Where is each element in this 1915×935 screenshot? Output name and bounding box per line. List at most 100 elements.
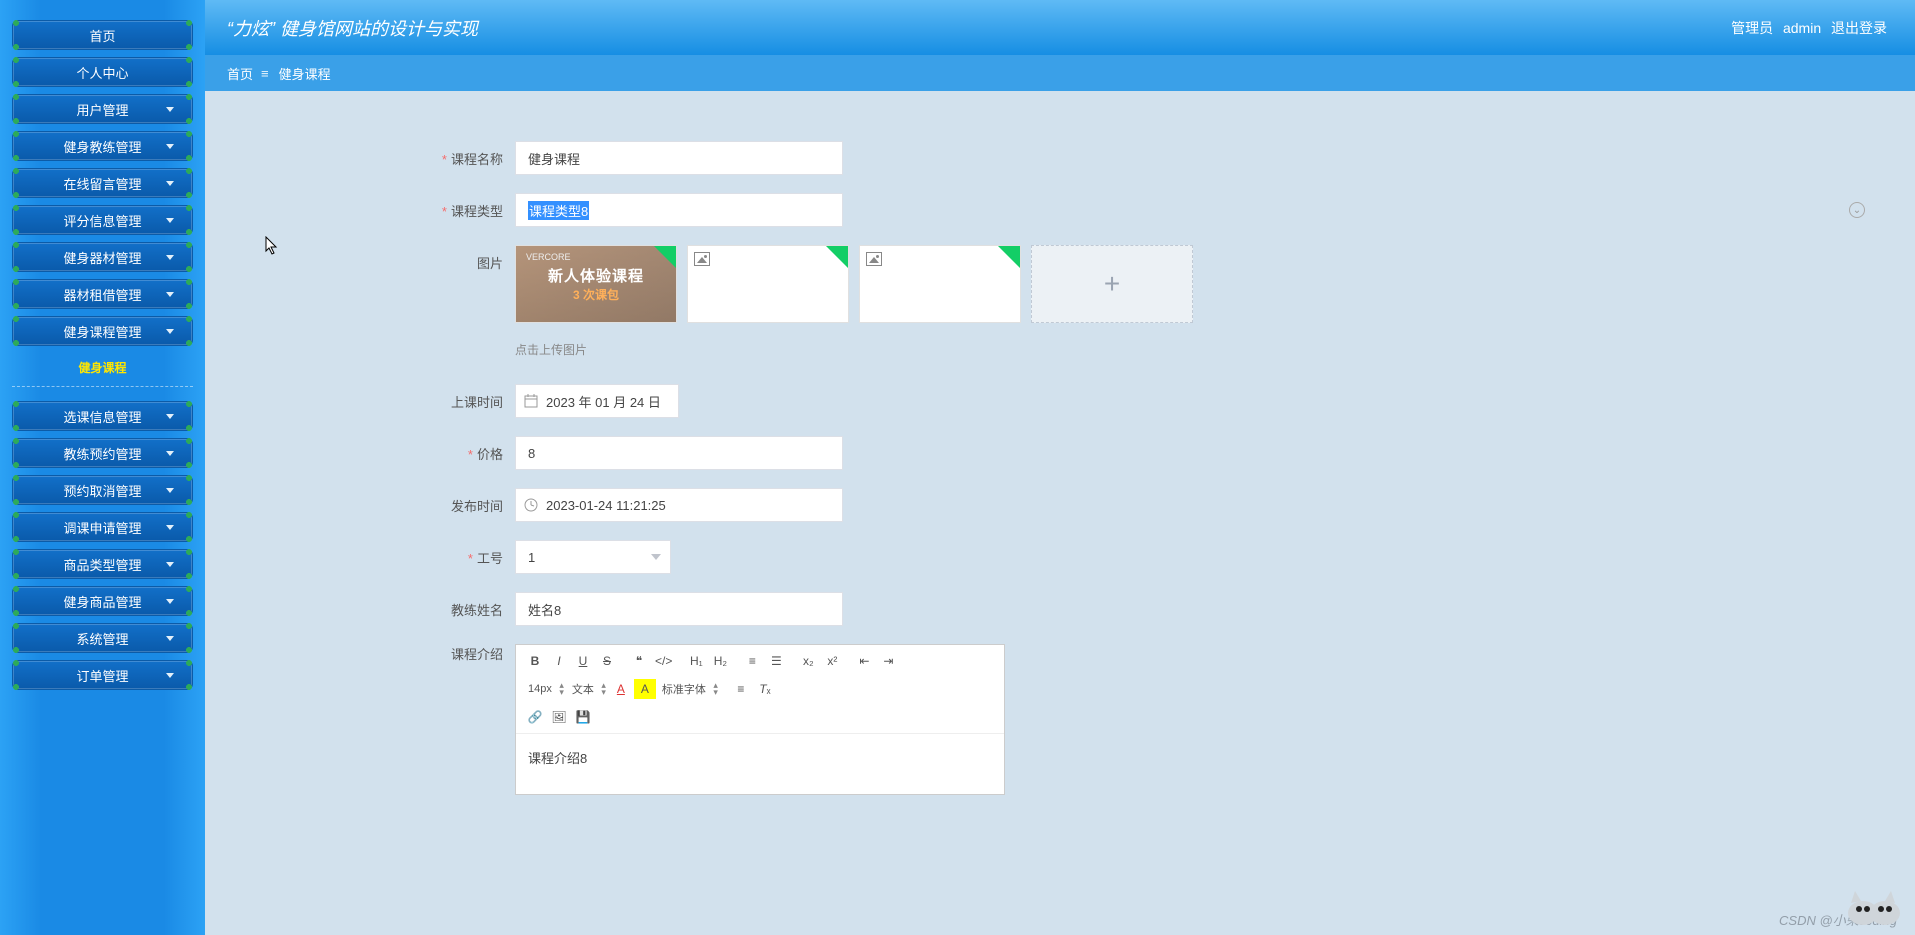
label-course-type: *课程类型 — [215, 193, 515, 220]
label-publish-time: 发布时间 — [215, 488, 515, 515]
broken-image-icon — [866, 252, 882, 266]
course-type-input[interactable]: 课程类型8 — [515, 193, 843, 227]
code-button[interactable]: </> — [652, 651, 675, 671]
sidebar-item-menu-group-2-0[interactable]: 选课信息管理 — [12, 401, 193, 431]
sidebar-item-label: 个人中心 — [76, 63, 128, 82]
label-course-intro: 课程介绍 — [215, 644, 515, 663]
sidebar-item-menu-group-1-0[interactable]: 首页 — [12, 20, 193, 50]
sidebar-item-label: 健身课程管理 — [63, 322, 141, 341]
sidebar-item-label: 调课申请管理 — [63, 518, 141, 537]
class-time-input[interactable]: 2023 年 01 月 24 日 — [515, 384, 679, 418]
sidebar-item-menu-group-2-2[interactable]: 预约取消管理 — [12, 475, 193, 505]
bg-color-button[interactable]: A — [634, 679, 656, 699]
sidebar-item-label: 订单管理 — [76, 666, 128, 685]
image-thumb-2[interactable] — [687, 245, 849, 323]
chevron-down-icon — [166, 414, 174, 419]
chevron-down-icon — [166, 599, 174, 604]
header-user-area: 管理员 admin 退出登录 — [1731, 18, 1893, 38]
italic-button[interactable]: I — [548, 651, 570, 671]
logout-link[interactable]: 退出登录 — [1831, 20, 1887, 36]
sidebar-item-label: 在线留言管理 — [63, 174, 141, 193]
chevron-down-icon — [166, 255, 174, 260]
breadcrumb-current: 健身课程 — [279, 64, 331, 83]
sidebar-item-menu-group-2-7[interactable]: 订单管理 — [12, 660, 193, 690]
chevron-down-icon — [166, 636, 174, 641]
sidebar-item-menu-group-1-2[interactable]: 用户管理 — [12, 94, 193, 124]
coach-name-input[interactable] — [515, 592, 843, 626]
indent-button[interactable]: ⇥ — [877, 651, 899, 671]
app-title: “力炫” 健身馆网站的设计与实现 — [227, 15, 1731, 41]
align-button[interactable]: ≡ — [730, 679, 752, 699]
sidebar-item-label: 商品类型管理 — [63, 555, 141, 574]
editor-content[interactable]: 课程介绍8 — [516, 734, 1004, 794]
editor-toolbar: B I U S ❝ </> H₁ H₂ ≡ ☰ — [516, 645, 1004, 734]
breadcrumb-sep: ≡ — [261, 66, 271, 81]
chevron-down-icon — [166, 218, 174, 223]
h1-button[interactable]: H₁ — [685, 651, 707, 671]
label-image: 图片 — [215, 245, 515, 272]
calendar-icon — [524, 394, 538, 408]
bold-button[interactable]: B — [524, 651, 546, 671]
user-role: 管理员 — [1731, 20, 1773, 36]
sidebar-item-label: 教练预约管理 — [63, 444, 141, 463]
chevron-down-icon — [166, 488, 174, 493]
job-no-select[interactable]: 1 — [515, 540, 671, 574]
label-course-name: *课程名称 — [215, 141, 515, 168]
publish-time-input[interactable]: 2023-01-24 11:21:25 — [515, 488, 843, 522]
image-button[interactable]: 🖼 — [548, 707, 570, 727]
form-panel: *课程名称 *课程类型 课程类型8 ⌄ 图片 — [205, 101, 1915, 833]
sidebar-item-menu-group-1-1[interactable]: 个人中心 — [12, 57, 193, 87]
sidebar-item-menu-group-2-3[interactable]: 调课申请管理 — [12, 512, 193, 542]
quote-button[interactable]: ❝ — [628, 651, 650, 671]
sidebar-item-label: 预约取消管理 — [63, 481, 141, 500]
sidebar-item-menu-group-1-6[interactable]: 健身器材管理 — [12, 242, 193, 272]
sidebar-item-label: 首页 — [89, 26, 115, 45]
chevron-down-icon — [166, 525, 174, 530]
outdent-button[interactable]: ⇤ — [853, 651, 875, 671]
font-size-select[interactable]: 14px▴▾ — [524, 679, 566, 699]
sidebar-item-menu-group-2-1[interactable]: 教练预约管理 — [12, 438, 193, 468]
sidebar-item-menu-group-1-5[interactable]: 评分信息管理 — [12, 205, 193, 235]
chevron-down-icon — [166, 107, 174, 112]
info-icon[interactable]: ⌄ — [1849, 202, 1865, 218]
sidebar-item-menu-group-2-4[interactable]: 商品类型管理 — [12, 549, 193, 579]
chevron-down-icon — [166, 329, 174, 334]
sup-button[interactable]: x² — [821, 651, 843, 671]
sidebar-item-menu-group-2-5[interactable]: 健身商品管理 — [12, 586, 193, 616]
chevron-down-icon — [651, 554, 661, 560]
text-color-button[interactable]: A — [610, 679, 632, 699]
clear-format-button[interactable]: Tₓ — [754, 679, 776, 699]
chevron-down-icon — [166, 144, 174, 149]
strike-button[interactable]: S — [596, 651, 618, 671]
sidebar-item-menu-group-1-8[interactable]: 健身课程管理 — [12, 316, 193, 346]
price-input[interactable] — [515, 436, 843, 470]
sidebar-item-menu-group-1-7[interactable]: 器材租借管理 — [12, 279, 193, 309]
sidebar-item-label: 器材租借管理 — [63, 285, 141, 304]
sidebar-item-label: 健身商品管理 — [63, 592, 141, 611]
sidebar-item-menu-group-1-4[interactable]: 在线留言管理 — [12, 168, 193, 198]
h2-button[interactable]: H₂ — [709, 651, 731, 671]
sidebar-item-menu-group-1-3[interactable]: 健身教练管理 — [12, 131, 193, 161]
paragraph-select[interactable]: 文本▴▾ — [568, 679, 608, 699]
link-button[interactable]: 🔗 — [524, 707, 546, 727]
ol-button[interactable]: ≡ — [741, 651, 763, 671]
image-thumb-3[interactable] — [859, 245, 1021, 323]
image-thumb-1[interactable]: VERCORE 新人体验课程 3 次课包 — [515, 245, 677, 323]
save-button[interactable]: 💾 — [572, 707, 594, 727]
breadcrumb: 首页 ≡ 健身课程 — [205, 55, 1915, 91]
sidebar-item-label: 健身教练管理 — [63, 137, 141, 156]
underline-button[interactable]: U — [572, 651, 594, 671]
rich-text-editor[interactable]: B I U S ❝ </> H₁ H₂ ≡ ☰ — [515, 644, 1005, 795]
sidebar: 首页个人中心用户管理健身教练管理在线留言管理评分信息管理健身器材管理器材租借管理… — [0, 0, 205, 935]
sidebar-item-label: 健身器材管理 — [63, 248, 141, 267]
chevron-down-icon — [166, 292, 174, 297]
ul-button[interactable]: ☰ — [765, 651, 787, 671]
sub-button[interactable]: x₂ — [797, 651, 819, 671]
sidebar-active-submenu[interactable]: 健身课程 — [12, 353, 193, 387]
course-name-input[interactable] — [515, 141, 843, 175]
font-family-select[interactable]: 标准字体▴▾ — [658, 679, 720, 699]
image-upload-button[interactable]: + — [1031, 245, 1193, 323]
sidebar-item-menu-group-2-6[interactable]: 系统管理 — [12, 623, 193, 653]
breadcrumb-home[interactable]: 首页 — [227, 64, 253, 83]
broken-image-icon — [694, 252, 710, 266]
